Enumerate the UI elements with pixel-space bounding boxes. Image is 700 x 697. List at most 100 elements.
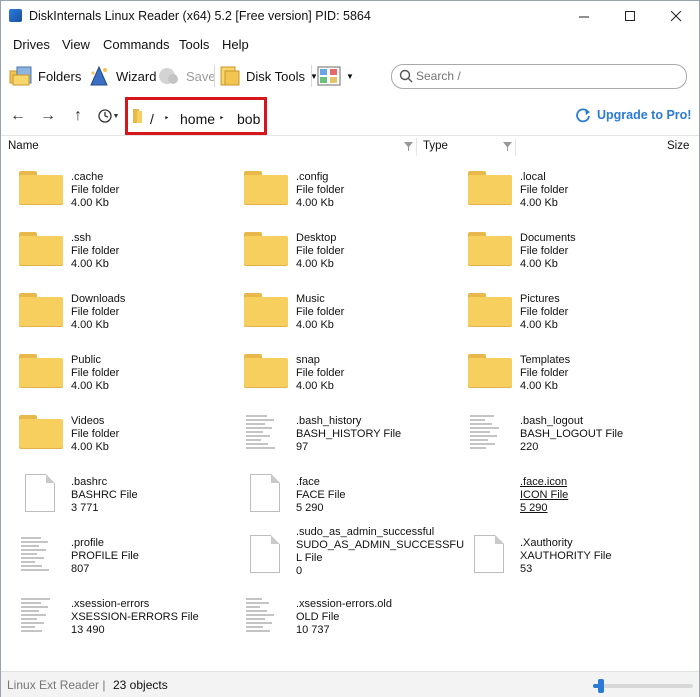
file-name: .config <box>296 171 329 183</box>
file-type: File folder <box>296 367 345 379</box>
file-item[interactable]: .bash_logout BASH_LOGOUT File 220 <box>450 405 674 461</box>
file-item[interactable]: .face.icon ICON File 5 290 <box>450 466 674 522</box>
wizard-button[interactable]: Wizard <box>87 63 156 89</box>
save-button[interactable]: Save <box>157 63 216 89</box>
maximize-button[interactable] <box>607 1 653 31</box>
search-box[interactable] <box>391 64 687 89</box>
folder-item[interactable]: .ssh File folder 4.00 Kb <box>1 222 225 278</box>
up-button[interactable]: ↑ <box>68 106 88 126</box>
back-button[interactable]: ← <box>8 106 28 126</box>
file-name: Music <box>296 293 325 305</box>
folder-item[interactable]: Documents File folder 4.00 Kb <box>450 222 674 278</box>
file-name: .local <box>520 171 546 183</box>
file-name: .sudo_as_admin_successful <box>296 526 435 538</box>
file-name: .bashrc <box>71 476 108 488</box>
file-size: 4.00 Kb <box>520 197 558 209</box>
menu-tools[interactable]: Tools <box>179 37 209 52</box>
column-size[interactable]: Size <box>667 140 689 152</box>
file-size: 53 <box>520 563 533 575</box>
file-grid: .cache File folder 4.00 Kb .config File fold… <box>1 159 699 669</box>
file-size: 4.00 Kb <box>296 258 334 270</box>
folder-item[interactable]: Downloads File folder 4.00 Kb <box>1 283 225 339</box>
file-type: OLD File <box>296 611 340 623</box>
close-button[interactable] <box>653 1 699 31</box>
folder-item[interactable]: .cache File folder 4.00 Kb <box>1 161 225 217</box>
filter-icon[interactable] <box>404 142 413 151</box>
disk-tools-button[interactable]: Disk Tools ▼ <box>219 63 318 89</box>
folder-item[interactable]: Music File folder 4.00 Kb <box>226 283 450 339</box>
folder-item[interactable]: .config File folder 4.00 Kb <box>226 161 450 217</box>
file-size: 4.00 Kb <box>296 380 334 392</box>
text-file-icon <box>19 535 63 571</box>
file-item[interactable]: .profile PROFILE File 807 <box>1 527 225 583</box>
file-icon <box>468 535 512 573</box>
folder-icon <box>468 352 512 388</box>
file-name: .Xauthority <box>520 537 573 549</box>
file-size: 4.00 Kb <box>296 197 334 209</box>
file-item[interactable]: .face FACE File 5 290 <box>226 466 450 522</box>
file-name: snap <box>296 354 320 366</box>
upgrade-link[interactable]: Upgrade to Pro! <box>575 107 691 123</box>
file-item[interactable]: .xsession-errors XSESSION-ERRORS File 13 4… <box>1 588 225 644</box>
file-type: PROFILE File <box>71 550 139 562</box>
menu-view[interactable]: View <box>62 37 90 52</box>
file-name: .xsession-errors.old <box>296 598 392 610</box>
breadcrumb-root[interactable]: / <box>150 111 154 127</box>
column-name[interactable]: Name <box>8 140 39 152</box>
folder-item[interactable]: snap File folder 4.00 Kb <box>226 344 450 400</box>
file-size: 4.00 Kb <box>520 319 558 331</box>
file-size: 5 290 <box>296 502 324 514</box>
search-input[interactable] <box>416 68 666 84</box>
file-type-continued: L File <box>296 552 323 564</box>
column-divider[interactable] <box>515 138 516 156</box>
breadcrumb-home[interactable]: home <box>180 111 215 127</box>
minimize-button[interactable] <box>561 1 607 31</box>
window-title: DiskInternals Linux Reader (x64) 5.2 [Fr… <box>29 9 371 23</box>
folders-button[interactable]: Folders <box>9 63 81 89</box>
folder-item[interactable]: .local File folder 4.00 Kb <box>450 161 674 217</box>
folder-icon <box>19 230 63 266</box>
title-bar: DiskInternals Linux Reader (x64) 5.2 [Fr… <box>1 1 699 32</box>
file-size: 4.00 Kb <box>520 258 558 270</box>
folder-icon <box>19 169 63 205</box>
zoom-slider[interactable] <box>593 679 693 693</box>
column-divider[interactable] <box>416 138 417 156</box>
history-button[interactable]: ▼ <box>95 106 121 126</box>
file-size: 220 <box>520 441 539 453</box>
disk-tools-icon <box>220 66 240 86</box>
breadcrumb-user[interactable]: bob <box>237 111 260 127</box>
file-item[interactable]: .xsession-errors.old OLD File 10 737 <box>226 588 450 644</box>
menu-drives[interactable]: Drives <box>13 37 50 52</box>
folder-item[interactable]: Pictures File folder 4.00 Kb <box>450 283 674 339</box>
upgrade-label: Upgrade to Pro! <box>597 108 692 122</box>
filter-icon[interactable] <box>503 142 512 151</box>
folder-item[interactable]: Videos File folder 4.00 Kb <box>1 405 225 461</box>
breadcrumb-chevron-icon[interactable]: ‣ <box>219 113 224 124</box>
file-type: File folder <box>520 306 569 318</box>
folder-item[interactable]: Public File folder 4.00 Kb <box>1 344 225 400</box>
file-type: BASH_LOGOUT File <box>520 428 624 440</box>
menu-commands[interactable]: Commands <box>103 37 169 52</box>
breadcrumb-chevron-icon[interactable]: ‣ <box>164 113 169 124</box>
chevron-down-icon: ▼ <box>112 112 120 120</box>
file-name: .cache <box>71 171 104 183</box>
file-item[interactable]: .Xauthority XAUTHORITY File 53 <box>450 527 674 583</box>
file-type: File folder <box>71 245 120 257</box>
folder-icon <box>19 352 63 388</box>
history-icon <box>97 109 112 123</box>
folder-item[interactable]: Templates File folder 4.00 Kb <box>450 344 674 400</box>
folder-icon <box>468 169 512 205</box>
forward-button[interactable]: → <box>38 106 58 126</box>
menu-help[interactable]: Help <box>222 37 249 52</box>
column-type[interactable]: Type <box>423 140 448 152</box>
file-item[interactable]: .bash_history BASH_HISTORY File 97 <box>226 405 450 461</box>
file-type: File folder <box>520 367 569 379</box>
file-item[interactable]: .bashrc BASHRC File 3 771 <box>1 466 225 522</box>
folder-item[interactable]: Desktop File folder 4.00 Kb <box>226 222 450 278</box>
file-item[interactable]: .sudo_as_admin_successful SUDO_AS_ADMIN_S… <box>226 526 464 583</box>
file-type: FACE File <box>296 489 346 501</box>
arrow-up-icon: ↑ <box>74 107 82 124</box>
view-mode-button[interactable]: ▼ <box>317 63 354 89</box>
folder-icon <box>19 291 63 327</box>
zoom-slider-thumb[interactable] <box>598 679 604 693</box>
